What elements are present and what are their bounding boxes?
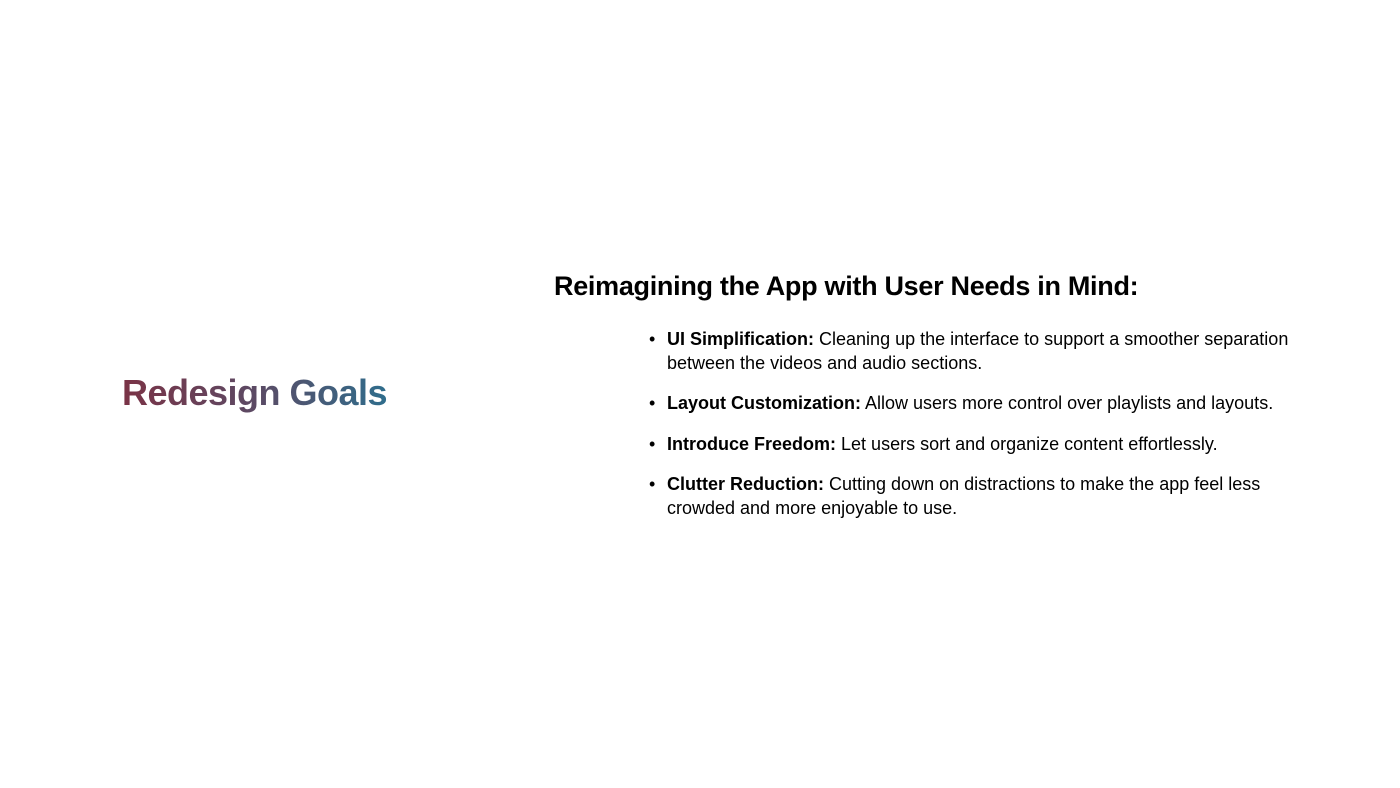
goal-label: UI Simplification: <box>667 329 815 349</box>
bullet-dot-icon: • <box>649 329 656 349</box>
goal-label: Layout Customization: <box>667 393 861 413</box>
goal-text: Let users sort and organize content effo… <box>841 433 1218 454</box>
goal-item-clutter-reduction: • Clutter Reduction: Cutting down on dis… <box>649 473 1297 520</box>
bullet-dot-icon: • <box>649 433 656 454</box>
goals-list: • UI Simplification: Cleaning up the int… <box>649 328 1297 537</box>
goal-item-layout-customization: • Layout Customization: Allow users more… <box>649 392 1297 416</box>
bullet-dot-icon: • <box>649 474 656 494</box>
goal-item-ui-simplification: • UI Simplification: Cleaning up the int… <box>649 328 1297 375</box>
slide: Redesign Goals Reimagining the App with … <box>0 0 1400 788</box>
section-title: Redesign Goals <box>122 370 388 416</box>
page-heading: Reimagining the App with User Needs in M… <box>554 271 1139 301</box>
goal-item-introduce-freedom: • Introduce Freedom: Let users sort and … <box>649 433 1297 457</box>
goal-label: Introduce Freedom: <box>667 433 837 454</box>
goal-text: Allow users more control over playlists … <box>865 393 1274 413</box>
bullet-dot-icon: • <box>649 393 656 413</box>
goal-label: Clutter Reduction: <box>667 474 824 494</box>
